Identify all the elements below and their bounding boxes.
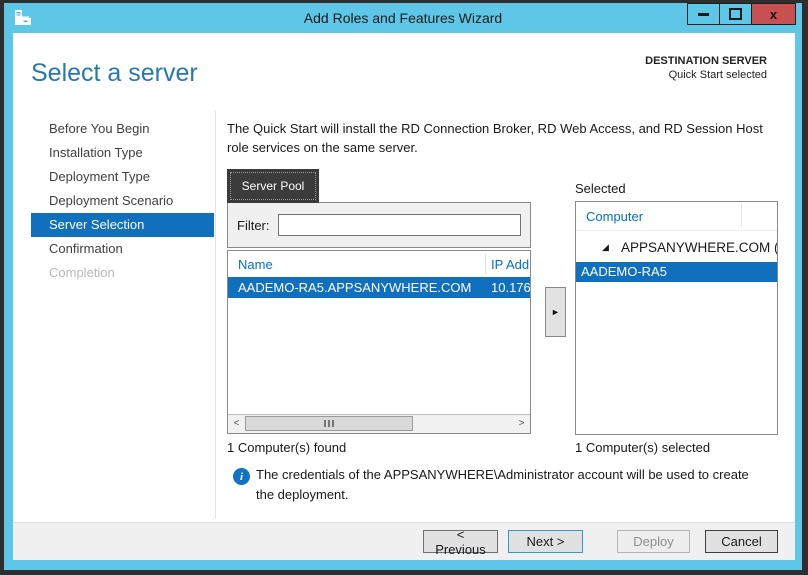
scrollbar-grip [328,420,330,427]
computers-found-status: 1 Computer(s) found [227,440,346,455]
wizard-content: Select a server DESTINATION SERVER Quick… [13,33,795,560]
filter-panel: Filter: [227,202,531,248]
scrollbar-thumb[interactable] [245,416,413,431]
nav-item-deployment-type[interactable]: Deployment Type [31,165,214,189]
column-divider [485,254,486,274]
scroll-left-icon[interactable]: < [228,415,245,432]
selected-computers-panel: Computer ◢ APPSANYWHERE.COM (1) AADEMO-R… [575,201,778,435]
tree-group-row[interactable]: ◢ APPSANYWHERE.COM (1) [576,238,777,260]
scroll-right-icon[interactable]: > [513,415,530,432]
tree-group-label: APPSANYWHERE.COM (1) [621,240,778,255]
tab-server-pool[interactable]: Server Pool [227,169,319,203]
nav-item-confirmation[interactable]: Confirmation [31,237,214,261]
filter-input[interactable] [278,214,522,236]
server-name-cell: AADEMO-RA5.APPSANYWHERE.COM [238,280,471,295]
destination-server-value: Quick Start selected [645,69,767,81]
column-header-computer[interactable]: Computer [586,209,643,224]
nav-item-installation-type[interactable]: Installation Type [31,141,214,165]
nav-item-server-selection[interactable]: Server Selection [31,213,214,237]
destination-server-label: DESTINATION SERVER [645,55,767,67]
right-arrow-icon: ► [551,307,560,317]
tree-expanded-icon[interactable]: ◢ [602,242,609,253]
info-icon: i [233,468,250,485]
server-ip-cell: 10.176.1 [491,280,531,295]
window-controls: x [688,3,796,25]
page-title: Select a server [31,59,198,88]
scrollbar-grip [324,420,326,427]
minimize-button[interactable] [687,3,720,25]
filter-label: Filter: [237,218,270,233]
wizard-steps-nav: Before You Begin Installation Type Deplo… [31,117,214,285]
nav-item-before-you-begin[interactable]: Before You Begin [31,117,214,141]
selected-panel-label: Selected [575,181,626,196]
computers-selected-status: 1 Computer(s) selected [575,440,710,455]
page-description: The Quick Start will install the RD Conn… [227,120,783,158]
window-title: Add Roles and Features Wizard [4,10,802,26]
maximize-button[interactable] [719,3,752,25]
column-header-ip-address[interactable]: IP Addr [491,257,531,272]
next-button[interactable]: Next > [508,530,583,553]
close-icon: x [770,7,777,22]
deploy-button: Deploy [617,530,690,553]
horizontal-scrollbar[interactable]: < > [228,414,530,433]
selected-computer-row[interactable]: AADEMO-RA5 [576,262,777,282]
credentials-info-text: The credentials of the APPSANYWHERE\Admi… [256,465,770,504]
minimize-icon [698,13,709,16]
titlebar: Add Roles and Features Wizard x [4,3,802,33]
close-button[interactable]: x [751,3,796,25]
nav-item-deployment-scenario[interactable]: Deployment Scenario [31,189,214,213]
maximize-icon [729,8,742,20]
column-divider [741,204,742,227]
column-header-name[interactable]: Name [238,257,273,272]
cancel-button[interactable]: Cancel [705,530,778,553]
server-pool-table-header: Name IP Addr [228,251,530,277]
nav-item-completion: Completion [31,261,214,285]
table-row-selected[interactable]: AADEMO-RA5.APPSANYWHERE.COM 10.176.1 [228,277,530,298]
server-pool-table: Name IP Addr AADEMO-RA5.APPSANYWHERE.COM… [227,250,531,434]
destination-server-block: DESTINATION SERVER Quick Start selected [645,55,767,81]
selected-panel-header: Computer [576,202,777,231]
add-server-button[interactable]: ► [545,287,566,337]
sidebar-divider [215,111,216,519]
scrollbar-grip [332,420,334,427]
previous-button[interactable]: < Previous [423,530,498,553]
wizard-window: Add Roles and Features Wizard x Select a… [4,3,802,570]
